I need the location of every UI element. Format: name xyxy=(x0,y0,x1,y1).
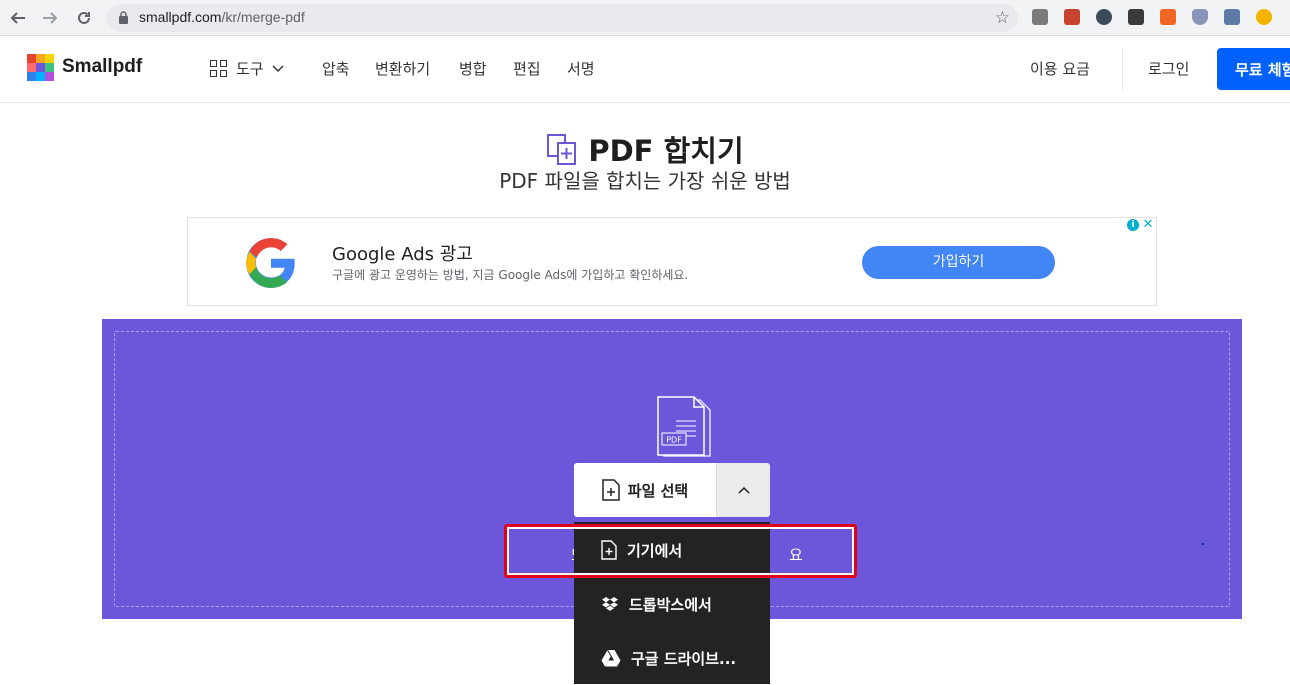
url-host: smallpdf.com xyxy=(139,9,222,25)
extension-icon[interactable] xyxy=(1096,9,1112,25)
ad-title[interactable]: Google Ads 광고 xyxy=(332,240,473,266)
pricing-link[interactable]: 이용 요금 xyxy=(1030,58,1090,79)
extension-icon[interactable] xyxy=(1192,9,1208,25)
nav-edit[interactable]: 편집 xyxy=(513,58,541,79)
file-plus-icon xyxy=(602,479,620,501)
choose-file-label: 파일 선택 xyxy=(627,481,689,500)
upload-options-toggle[interactable] xyxy=(716,463,770,517)
url-path: /kr/merge-pdf xyxy=(221,9,305,25)
ad-signup-button[interactable]: 가입하기 xyxy=(862,246,1055,279)
back-arrow-icon xyxy=(10,12,25,24)
tools-label: 도구 xyxy=(236,60,264,78)
chevron-up-icon xyxy=(737,486,750,494)
nav-sign[interactable]: 서명 xyxy=(567,58,595,79)
login-link[interactable]: 로그인 xyxy=(1148,58,1189,79)
smallpdf-logo-icon[interactable] xyxy=(27,54,54,81)
dropbox-icon xyxy=(602,597,618,611)
back-button[interactable] xyxy=(6,6,30,30)
menu-item-from-google-drive[interactable]: 구글 드라이브... xyxy=(574,631,770,685)
menu-item-label: 구글 드라이브... xyxy=(631,649,737,668)
choose-file-button[interactable]: 파일 선택 xyxy=(574,463,716,517)
menu-item-label: 드롭박스에서 xyxy=(629,595,712,614)
hero-title-wrap: PDF 합치기 xyxy=(0,128,1290,170)
page-subtitle: PDF 파일을 합치는 가장 쉬운 방법 xyxy=(499,169,791,193)
reload-button[interactable] xyxy=(72,6,96,30)
forward-button[interactable] xyxy=(38,6,62,30)
merge-pdf-icon xyxy=(547,134,577,165)
extension-icon[interactable] xyxy=(1064,9,1080,25)
lock-icon xyxy=(119,11,128,24)
nav-compress[interactable]: 압축 xyxy=(322,58,350,79)
pdf-document-icon: PDF xyxy=(657,396,711,457)
grid-icon xyxy=(210,59,228,78)
extension-icon[interactable] xyxy=(1160,9,1176,25)
menu-item-from-dropbox[interactable]: 드롭박스에서 xyxy=(574,577,770,631)
header-divider xyxy=(1122,48,1123,90)
google-ad-banner[interactable]: Google Ads 광고 구글에 광고 운영하는 방법, 지금 Google … xyxy=(187,217,1157,306)
pdf-illustration-label: PDF xyxy=(666,436,682,445)
extension-icon[interactable] xyxy=(1256,9,1272,25)
google-drive-icon xyxy=(601,649,621,667)
browser-toolbar: smallpdf.com/kr/merge-pdf ☆ xyxy=(0,0,1290,36)
site-header: Smallpdf 도구 압축 변환하기 병합 편집 서명 이용 요금 로그인 무… xyxy=(0,36,1290,103)
page-title: PDF 합치기 xyxy=(546,128,744,170)
nav-merge[interactable]: 병합 xyxy=(459,58,487,79)
brand-name[interactable]: Smallpdf xyxy=(62,56,142,78)
ad-description: 구글에 광고 운영하는 방법, 지금 Google Ads에 가입하고 확인하세… xyxy=(332,268,689,282)
free-trial-button[interactable]: 무료 체험 xyxy=(1217,48,1290,90)
extension-icon[interactable] xyxy=(1128,9,1144,25)
page-title-text: PDF 합치기 xyxy=(588,134,744,168)
forward-arrow-icon xyxy=(43,12,58,24)
extension-icon[interactable] xyxy=(1224,9,1240,25)
highlight-box xyxy=(504,524,857,578)
url-text: smallpdf.com/kr/merge-pdf xyxy=(139,9,305,25)
tools-menu-button[interactable]: 도구 xyxy=(210,58,284,79)
ad-choices[interactable]: i ✕ xyxy=(1127,218,1154,231)
ad-close-icon[interactable]: ✕ xyxy=(1142,218,1154,231)
chevron-down-icon xyxy=(272,64,284,72)
cursor-dot xyxy=(1202,543,1204,545)
extension-icon[interactable] xyxy=(1032,9,1048,25)
nav-convert[interactable]: 변환하기 xyxy=(375,58,430,79)
google-g-icon xyxy=(246,238,295,288)
ad-info-icon[interactable]: i xyxy=(1127,219,1139,231)
reload-icon xyxy=(78,11,90,24)
address-bar[interactable]: smallpdf.com/kr/merge-pdf ☆ xyxy=(106,4,1018,32)
bookmark-star-icon[interactable]: ☆ xyxy=(995,8,1010,28)
